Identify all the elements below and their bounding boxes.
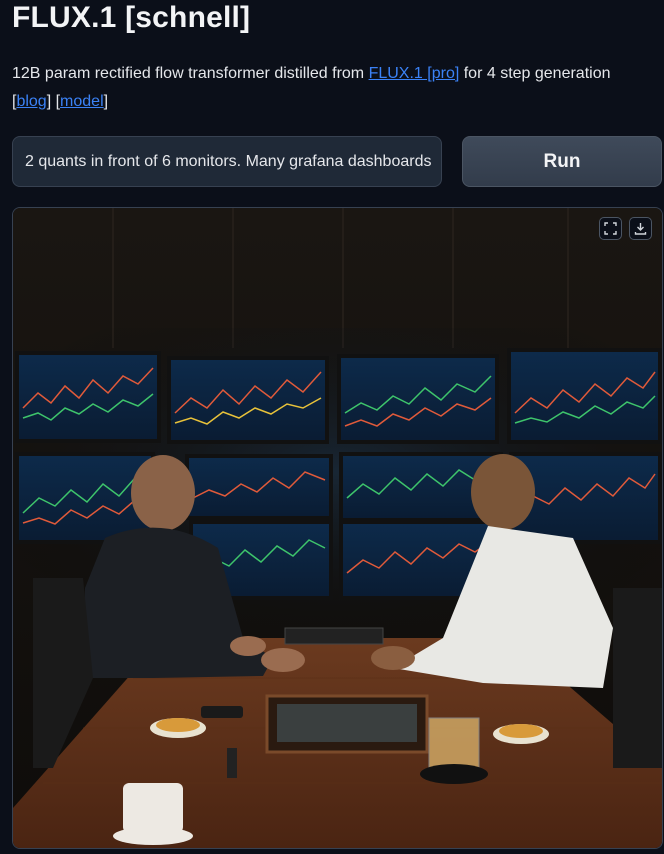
prompt-text: 2 quants in front of 6 monitors. Many gr…: [25, 152, 432, 170]
flux-pro-link[interactable]: FLUX.1 [pro]: [369, 65, 460, 82]
fullscreen-icon: [604, 222, 617, 235]
blog-link[interactable]: blog: [16, 93, 46, 110]
run-button[interactable]: Run: [462, 136, 662, 187]
download-icon: [634, 223, 647, 235]
model-link[interactable]: model: [60, 93, 104, 110]
bracket-mid: ] [: [46, 93, 61, 110]
fullscreen-button[interactable]: [599, 217, 622, 240]
description-text: 12B param rectified flow transformer dis…: [12, 65, 369, 82]
page-title: FLUX.1 [schnell]: [12, 1, 251, 34]
prompt-input[interactable]: 2 quants in front of 6 monitors. Many gr…: [12, 136, 442, 187]
generated-image: [13, 208, 662, 848]
download-button[interactable]: [629, 217, 652, 240]
description: 12B param rectified flow transformer dis…: [12, 60, 652, 116]
generated-image-panel: [12, 207, 663, 849]
description-suffix: for 4 step generation: [459, 65, 611, 82]
bracket-close: ]: [103, 93, 109, 110]
